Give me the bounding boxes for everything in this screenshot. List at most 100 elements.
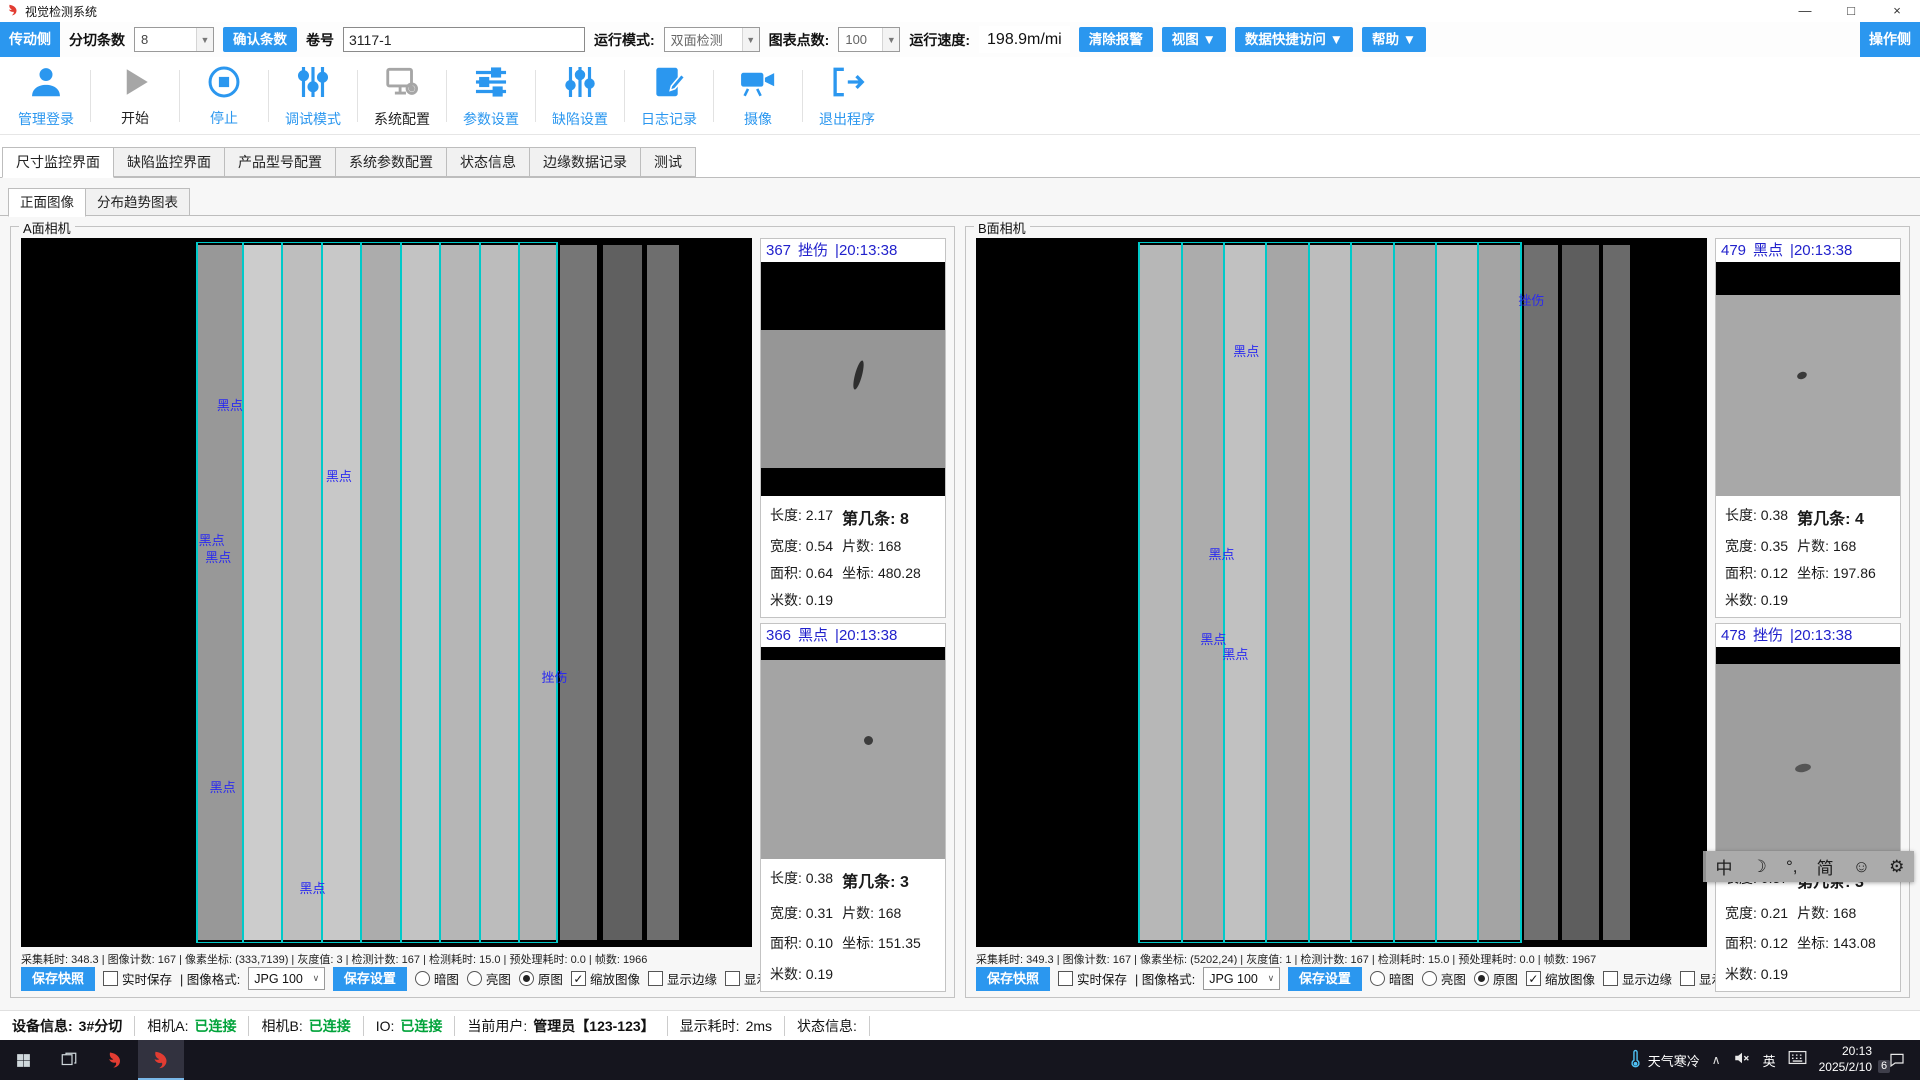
stop-button[interactable]: 停止 (180, 60, 268, 132)
defect-thumbnail (1716, 262, 1900, 496)
clock-widget[interactable]: 20:13 2025/2/10 (1819, 1044, 1872, 1075)
param-settings-button[interactable]: 参数设置 (447, 60, 535, 132)
system-config-label: 系统配置 (374, 109, 430, 129)
status-segment: 相机A:已连接 (135, 1016, 249, 1036)
camera-a-controls: 保存快照实时保存| 图像格式:JPG 100∨保存设置暗图亮图原图✓缩放图像显示… (21, 965, 752, 992)
ime-item[interactable]: 简 (1817, 854, 1834, 879)
action-center-icon[interactable]: 6 (1884, 1040, 1910, 1080)
task-view-icon[interactable] (46, 1040, 92, 1080)
ime-item[interactable]: 中 (1716, 854, 1733, 879)
ime-item[interactable]: ☺ (1853, 857, 1870, 877)
show-edge-checkbox[interactable]: 显示边缘 (648, 969, 717, 988)
capture-button[interactable]: 摄像 (714, 60, 802, 132)
tab-zone: 尺寸监控界面缺陷监控界面产品型号配置系统参数配置状态信息边缘数据记录测试 正面图… (0, 135, 1920, 1010)
roll-number-input[interactable]: 3117-1 (343, 27, 585, 52)
film-strip (1308, 245, 1350, 940)
status-segment: 当前用户:管理员【123-123】 (455, 1016, 667, 1036)
radio-icon (1474, 971, 1489, 986)
run-speed-value: 198.9m/mi (979, 26, 1070, 53)
ime-item[interactable]: °, (1786, 857, 1798, 877)
stop-label: 停止 (210, 108, 238, 128)
film-strip (479, 245, 518, 940)
start-button[interactable]: 开始 (91, 60, 179, 132)
bright-image-radio[interactable]: 亮图 (1422, 969, 1466, 988)
stat-strip-number: 第几条: 4 (1797, 505, 1891, 529)
defect-type: 黑点 (798, 624, 828, 647)
chart-points-label: 图表点数: (769, 30, 830, 50)
help-menu-button[interactable]: 帮助 ▼ (1362, 27, 1426, 52)
view-menu-button[interactable]: 视图 ▼ (1162, 27, 1226, 52)
run-mode-select[interactable]: 双面检测 ▼ (664, 27, 760, 52)
ime-item[interactable]: ☽ (1752, 857, 1767, 877)
snapshot-button[interactable]: 保存快照 (21, 967, 95, 991)
radio-icon (1370, 971, 1385, 986)
system-config-button[interactable]: 系统配置 (358, 60, 446, 132)
subtab-0[interactable]: 正面图像 (8, 188, 86, 217)
title-bar: 视觉检测系统 — □ × (0, 0, 1920, 22)
dark-image-radio[interactable]: 暗图 (1370, 969, 1414, 988)
film-strip (196, 245, 241, 940)
maximize-icon[interactable]: □ (1828, 0, 1874, 22)
strip-boundary-line (1435, 242, 1437, 943)
minimize-icon[interactable]: — (1782, 0, 1828, 22)
film-strip-dim (560, 245, 597, 940)
image-format-select[interactable]: JPG 100∨ (1203, 967, 1280, 990)
active-app-icon[interactable] (138, 1040, 184, 1080)
clear-alarm-button[interactable]: 清除报警 (1079, 27, 1153, 52)
zoom-image-checkbox[interactable]: ✓缩放图像 (571, 969, 640, 988)
hidden-icons-chevron-icon[interactable]: ∧ (1712, 1053, 1721, 1067)
touch-keyboard-icon[interactable] (1788, 1050, 1807, 1070)
defect-type: 挫伤 (1753, 624, 1783, 647)
exit-program-button[interactable]: 退出程序 (803, 60, 891, 132)
tab-1[interactable]: 缺陷监控界面 (114, 147, 225, 177)
status-segment: 设备信息:3#分切 (0, 1016, 135, 1036)
debug-mode-label: 调试模式 (285, 109, 341, 129)
film-strip (1350, 245, 1392, 940)
checkbox-icon (648, 971, 663, 986)
pinned-app-icon[interactable] (92, 1040, 138, 1080)
tab-page: 正面图像分布趋势图表 A面相机 黑点黑点黑点黑点挫伤黑点黑点 采集耗时: 348… (0, 177, 1920, 1010)
log-record-button[interactable]: 日志记录 (625, 60, 713, 132)
tab-3[interactable]: 系统参数配置 (336, 147, 447, 177)
debug-mode-button[interactable]: 调试模式 (269, 60, 357, 132)
realtime-save-checkbox[interactable]: 实时保存 (103, 969, 172, 988)
tab-6[interactable]: 测试 (641, 147, 696, 177)
chart-points-select[interactable]: 100 ▼ (838, 27, 900, 52)
show-edge-checkbox[interactable]: 显示边缘 (1603, 969, 1672, 988)
admin-login-button[interactable]: 管理登录 (2, 60, 90, 132)
strip-boundary-line (1138, 242, 1140, 943)
tab-4[interactable]: 状态信息 (447, 147, 530, 177)
snapshot-button[interactable]: 保存快照 (976, 967, 1050, 991)
bright-image-radio[interactable]: 亮图 (467, 969, 511, 988)
defect-mark (851, 360, 866, 391)
tab-2[interactable]: 产品型号配置 (225, 147, 336, 177)
defect-settings-button[interactable]: 缺陷设置 (536, 60, 624, 132)
image-format-select[interactable]: JPG 100∨ (248, 967, 325, 990)
drive-side-button[interactable]: 传动侧 (0, 22, 60, 57)
tab-0[interactable]: 尺寸监控界面 (2, 147, 114, 178)
save-settings-button[interactable]: 保存设置 (333, 967, 407, 991)
realtime-save-checkbox[interactable]: 实时保存 (1058, 969, 1127, 988)
start-button-icon[interactable] (0, 1040, 46, 1080)
stat-coordinate: 坐标: 480.28 (842, 563, 936, 583)
ime-item[interactable]: ⚙ (1889, 857, 1904, 877)
confirm-count-button[interactable]: 确认条数 (223, 27, 297, 52)
clock-time: 20:13 (1819, 1044, 1872, 1060)
checkbox-icon (1680, 971, 1695, 986)
thumb-black-band (761, 647, 945, 660)
weather-widget[interactable]: 天气寒冷 (1628, 1049, 1700, 1072)
slit-count-select[interactable]: 8 ▼ (134, 27, 214, 52)
subtab-1[interactable]: 分布趋势图表 (86, 188, 190, 216)
close-icon[interactable]: × (1874, 0, 1920, 22)
data-quick-access-button[interactable]: 数据快捷访问 ▼ (1235, 27, 1353, 52)
operator-side-button[interactable]: 操作侧 (1860, 22, 1920, 57)
ime-language-indicator[interactable]: 英 (1763, 1051, 1776, 1070)
original-image-radio[interactable]: 原图 (1474, 969, 1518, 988)
volume-muted-icon[interactable] (1733, 1049, 1751, 1072)
zoom-image-checkbox[interactable]: ✓缩放图像 (1526, 969, 1595, 988)
stat-area: 面积: 0.12 (1725, 933, 1797, 953)
dark-image-radio[interactable]: 暗图 (415, 969, 459, 988)
tab-5[interactable]: 边缘数据记录 (530, 147, 641, 177)
save-settings-button[interactable]: 保存设置 (1288, 967, 1362, 991)
original-image-radio[interactable]: 原图 (519, 969, 563, 988)
